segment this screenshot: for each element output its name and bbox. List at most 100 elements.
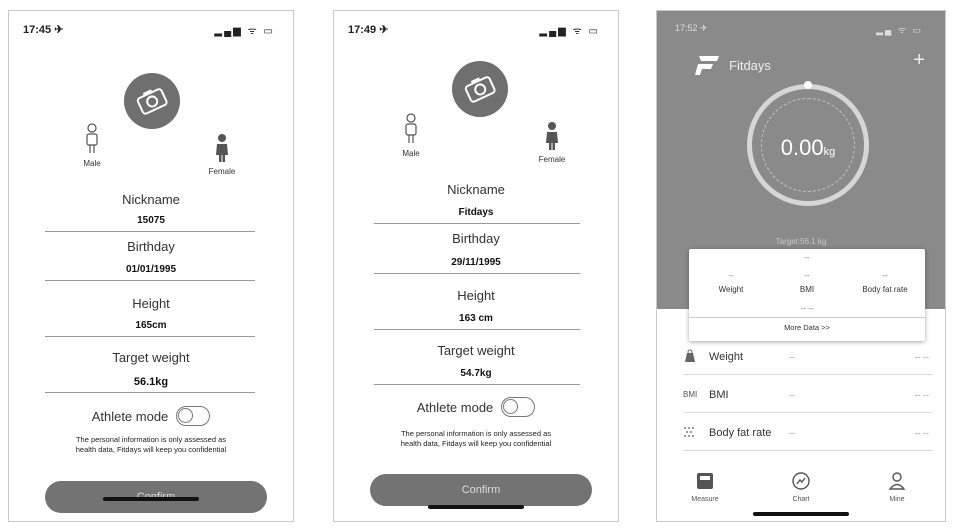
app-brand: Fitdays (695, 54, 771, 76)
camera-icon (464, 76, 496, 103)
tab-measure[interactable]: Measure (670, 471, 740, 503)
privacy-note-line1: The personal information is only assesse… (400, 429, 552, 438)
weight-unit: kg (823, 146, 836, 158)
target-weight-text: Target:56.1 kg (775, 237, 827, 246)
home-indicator (428, 505, 524, 509)
row-dash: -- (789, 389, 795, 400)
birthday-title: Birthday (452, 231, 500, 246)
metric-row-weight[interactable]: Weight -- -- -- (683, 339, 933, 375)
person-icon (888, 472, 906, 490)
privacy-note-line2: health data, Fitdays will keep you confi… (75, 445, 227, 454)
row-value: -- -- (914, 351, 930, 362)
status-time: 17:45 ✈ (23, 24, 64, 36)
home-screen: 17:52 ✈ ▂▄ ᯤ ▭ Fitdays + 0.00kg Target:5… (656, 10, 946, 522)
tab-label: Mine (889, 496, 905, 503)
tab-mine[interactable]: Mine (862, 471, 932, 503)
card-mid-dash: -- -- (800, 304, 814, 313)
card-weight-value: -- (728, 271, 734, 280)
divider (374, 329, 580, 330)
camera-avatar-button[interactable] (452, 61, 508, 117)
nickname-title: Nickname (122, 192, 180, 207)
scale-icon (697, 473, 713, 489)
row-label: Weight (709, 350, 744, 363)
more-data-link[interactable]: More Data >> (689, 317, 925, 341)
divider (45, 336, 255, 337)
male-label: Male (83, 159, 101, 168)
profile-screen-2: 17:49 ✈ ▂▄▆ ᯤ ▭ Male Female Nickname Fit… (333, 10, 619, 522)
divider (374, 273, 580, 274)
tab-chart[interactable]: Chart (766, 471, 836, 503)
profile-screen-1: 17:45 ✈ ▂▄▆ ᯤ ▭ Male Female Nickname 150… (8, 10, 294, 522)
card-bmi-col: -- BMI (767, 271, 847, 294)
status-time: 17:49 ✈ (348, 24, 389, 36)
birthday-value[interactable]: 01/01/1995 (9, 264, 293, 275)
row-label: Body fat rate (709, 426, 772, 439)
camera-avatar-button[interactable] (124, 73, 180, 129)
nickname-value[interactable]: Fitdays (334, 207, 618, 218)
birthday-title: Birthday (127, 239, 175, 254)
target-weight-title: Target weight (112, 350, 190, 365)
home-indicator (753, 512, 849, 516)
height-title: Height (132, 296, 170, 311)
card-bmi-value: -- (804, 271, 810, 280)
weight-value: 0.00 (780, 135, 824, 160)
metric-row-body-fat[interactable]: Body fat rate -- -- -- (683, 415, 933, 451)
row-value: -- -- (914, 427, 930, 438)
status-icons: ▂▄▆ ᯤ ▭ (539, 26, 600, 37)
confirm-button[interactable]: Confirm (370, 474, 592, 506)
card-body-fat-col: -- Body fat rate (845, 271, 925, 294)
athlete-mode-toggle[interactable] (501, 397, 536, 417)
female-label: Female (208, 167, 236, 176)
card-weight-label: Weight (718, 285, 744, 294)
camera-icon (136, 88, 168, 115)
athlete-mode-label: Athlete mode (91, 408, 169, 424)
athlete-mode-toggle[interactable] (176, 406, 211, 426)
summary-card: -- -- Weight -- BMI -- Body fat rate -- … (689, 249, 925, 341)
divider (45, 392, 255, 393)
nickname-value[interactable]: 15075 (9, 215, 293, 226)
female-icon (546, 122, 558, 150)
female-label: Female (538, 155, 566, 164)
row-value: -- -- (914, 389, 930, 400)
row-dash: -- (789, 427, 795, 438)
home-indicator (103, 497, 199, 501)
body-fat-icon (683, 426, 709, 440)
nickname-title: Nickname (447, 182, 505, 197)
status-icons: ▂▄▆ ᯤ ▭ (214, 26, 275, 37)
privacy-note: The personal information is only assesse… (334, 429, 618, 449)
divider (45, 280, 255, 281)
toggle-knob (178, 408, 194, 423)
target-weight-value[interactable]: 54.7kg (334, 368, 618, 379)
target-weight-title: Target weight (437, 343, 515, 358)
athlete-mode-label: Athlete mode (416, 399, 494, 415)
gender-female-option[interactable]: Female (204, 133, 240, 176)
height-value[interactable]: 163 cm (334, 313, 618, 324)
privacy-note-line2: health data, Fitdays will keep you confi… (400, 439, 552, 448)
card-weight-col: -- Weight (691, 271, 771, 294)
add-button[interactable]: + (913, 49, 925, 72)
weight-gauge: 0.00kg (747, 81, 869, 206)
height-title: Height (457, 288, 495, 303)
app-name: Fitdays (729, 57, 771, 73)
male-icon (405, 113, 417, 143)
tab-label: Measure (691, 496, 719, 503)
gender-male-option[interactable]: Male (77, 123, 107, 168)
birthday-value[interactable]: 29/11/1995 (334, 257, 618, 268)
gauge-indicator (804, 81, 812, 89)
height-value[interactable]: 165cm (9, 320, 293, 331)
status-time: 17:52 ✈ (675, 23, 708, 33)
metric-row-bmi[interactable]: BMI BMI -- -- -- (683, 377, 933, 413)
card-bmi-label: BMI (799, 285, 815, 294)
weight-readout: 0.00kg (752, 135, 864, 161)
weight-icon (683, 349, 709, 365)
row-label: BMI (709, 388, 729, 401)
card-body-fat-label: Body fat rate (862, 285, 908, 294)
toggle-knob (503, 399, 519, 414)
target-weight-value[interactable]: 56.1kg (9, 376, 293, 388)
gender-male-option[interactable]: Male (396, 113, 426, 158)
divider (45, 231, 255, 232)
gender-female-option[interactable]: Female (534, 121, 570, 164)
chart-icon (792, 472, 810, 490)
athlete-mode-row: Athlete mode (334, 397, 618, 417)
fitdays-logo-icon (695, 56, 719, 75)
